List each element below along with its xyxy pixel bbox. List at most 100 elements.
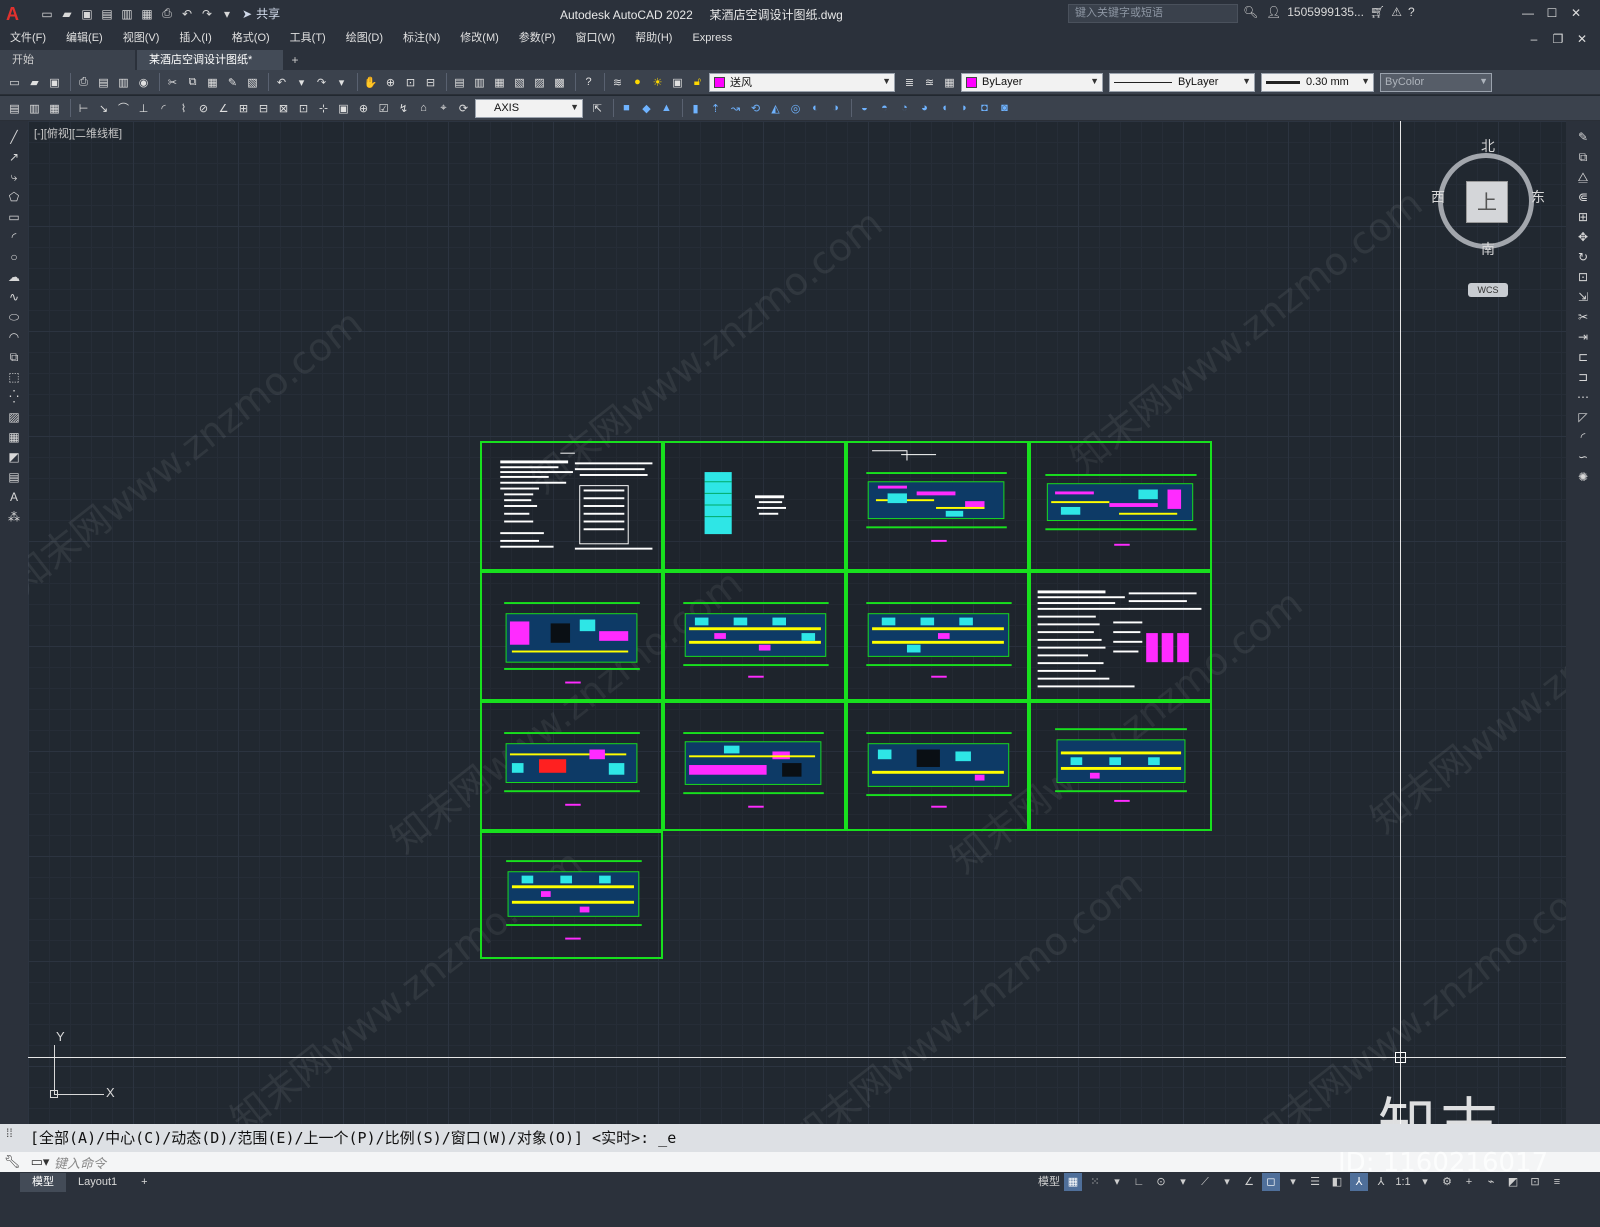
center-mark-icon[interactable]: ⊕ (355, 100, 372, 117)
aligned-dim-icon[interactable]: ↘ (95, 100, 112, 117)
tab-model[interactable]: 模型 (20, 1173, 66, 1192)
sheet-plan-10[interactable] (480, 831, 663, 959)
linetype-dropdown[interactable]: ByLayer ▼ (1109, 72, 1255, 92)
menu-view[interactable]: 视图(V) (113, 27, 170, 49)
minimize-button[interactable]: — (1516, 3, 1540, 23)
shell-icon[interactable]: ◖ (936, 100, 953, 117)
construction-line-icon[interactable]: ↗ (6, 149, 22, 166)
plot-icon[interactable]: ⎙ (158, 5, 176, 23)
sheet-plan-4[interactable] (663, 571, 846, 701)
slice-icon[interactable]: ◔ (896, 100, 913, 117)
redo-icon[interactable]: ↷ (198, 5, 216, 23)
gradient-icon[interactable]: ▦ (6, 429, 22, 446)
sheet-plan-1[interactable] (846, 441, 1029, 571)
sheet-plan-8[interactable] (846, 701, 1029, 831)
compass-west[interactable]: 西 (1431, 187, 1445, 207)
offset-icon[interactable]: ⋐ (1575, 189, 1591, 206)
arc-icon[interactable]: ◜ (6, 229, 22, 246)
layer-isolate-icon[interactable]: ▥ (26, 100, 43, 117)
mirror-icon[interactable]: ⧋ (1575, 169, 1591, 186)
extend-icon[interactable]: ⇥ (1575, 329, 1591, 346)
tool-palettes-icon[interactable]: ▦ (491, 74, 508, 91)
intersect-icon[interactable]: ◑ (827, 100, 844, 117)
object-snap-tracking-icon[interactable]: ∠ (1240, 1173, 1258, 1191)
menu-window[interactable]: 窗口(W) (565, 27, 625, 49)
help-search-input[interactable]: 键入关键字或短语 (1068, 4, 1238, 23)
menu-insert[interactable]: 插入(I) (169, 27, 221, 49)
subtract-icon[interactable]: ◐ (807, 100, 824, 117)
new-icon[interactable]: ▭ (6, 74, 23, 91)
publish-icon[interactable]: ▥ (115, 74, 132, 91)
convert-to-solid-icon[interactable]: ◙ (996, 100, 1013, 117)
plot-preview-icon[interactable]: ▤ (95, 74, 112, 91)
sweep-icon[interactable]: ↝ (727, 100, 744, 117)
sheet-plan-2[interactable] (1029, 441, 1212, 571)
layer-properties-icon[interactable]: ≋ (609, 74, 626, 91)
open-icon[interactable]: ▰ (58, 5, 76, 23)
sheet-riser[interactable] (663, 441, 846, 571)
revolve-icon[interactable]: ⟲ (747, 100, 764, 117)
sheet-legend[interactable] (1029, 571, 1212, 701)
polar-dropdown-icon[interactable]: ▾ (1174, 1173, 1192, 1191)
add-selected-icon[interactable]: ⁂ (6, 509, 22, 526)
layer-unisolate-icon[interactable]: ▦ (46, 100, 63, 117)
viewcube[interactable]: 北 南 东 西 上 WCS (1426, 131, 1546, 297)
layer-walk-icon[interactable]: ▤ (6, 100, 23, 117)
color-dropdown[interactable]: ByLayer ▼ (961, 72, 1103, 92)
fillet-icon[interactable]: ◜ (1575, 429, 1591, 446)
customize-icon[interactable]: ≡ (1548, 1173, 1566, 1191)
line-icon[interactable]: ╱ (6, 129, 22, 146)
user-account[interactable]: 👤︎ 1505999135... 🛒︎ ⚠︎ ? (1266, 5, 1415, 19)
layer-state-icon[interactable]: ▦ (941, 74, 958, 91)
cone-icon[interactable]: ▲ (658, 100, 675, 117)
dim-break-icon[interactable]: ⊹ (315, 100, 332, 117)
new-tab-button[interactable]: + (285, 50, 305, 70)
isodraft-icon[interactable]: ⟋ (1196, 1173, 1214, 1191)
radius-dim-icon[interactable]: ◜ (155, 100, 172, 117)
layer-dropdown[interactable]: 送风 ▼ (709, 72, 895, 92)
tab-layout1[interactable]: Layout1 (66, 1173, 129, 1192)
undo-icon[interactable]: ↶ (273, 74, 290, 91)
grid-icon[interactable]: ▦ (1064, 1173, 1082, 1191)
section-plane-icon[interactable]: ◗ (956, 100, 973, 117)
compass-east[interactable]: 东 (1531, 187, 1545, 207)
blend-curves-icon[interactable]: ∽ (1575, 449, 1591, 466)
region-icon[interactable]: ◩ (6, 449, 22, 466)
menu-edit[interactable]: 编辑(E) (56, 27, 113, 49)
extrude-icon[interactable]: ▮ (687, 100, 704, 117)
dimstyle-manager-icon[interactable]: ⇱ (589, 100, 606, 117)
box-icon[interactable]: ■ (618, 100, 635, 117)
osnap-dropdown-icon[interactable]: ▾ (1284, 1173, 1302, 1191)
sheet-notes[interactable] (480, 441, 663, 571)
new-icon[interactable]: ▭ (38, 5, 56, 23)
jogged-linear-icon[interactable]: ↯ (395, 100, 412, 117)
sheet-plan-3[interactable] (480, 571, 663, 701)
command-grip-icon[interactable]: ⁞⁞ (6, 1126, 13, 1140)
break-at-point-icon[interactable]: ⊏ (1575, 349, 1591, 366)
presspull-icon[interactable]: ⇡ (707, 100, 724, 117)
menu-parametric[interactable]: 参数(P) (509, 27, 566, 49)
rotate-icon[interactable]: ↻ (1575, 249, 1591, 266)
union-icon[interactable]: ◎ (787, 100, 804, 117)
chamfer-icon[interactable]: ◸ (1575, 409, 1591, 426)
zoom-realtime-icon[interactable]: ⊕ (382, 74, 399, 91)
make-current-layer-icon[interactable]: ≣ (901, 74, 918, 91)
close-button[interactable]: ✕ (1564, 3, 1588, 23)
snap-icon[interactable]: ⁙ (1086, 1173, 1104, 1191)
redo-icon[interactable]: ↷ (313, 74, 330, 91)
autodesk-app-icon[interactable]: ⚠︎ (1391, 5, 1402, 19)
wrench-icon[interactable]: 🔧︎ (0, 1154, 24, 1170)
open-icon[interactable]: ▰ (26, 74, 43, 91)
properties-icon[interactable]: ▤ (451, 74, 468, 91)
menu-file[interactable]: 文件(F) (0, 27, 56, 49)
doc-restore-button[interactable]: ❐ (1546, 29, 1570, 49)
array-icon[interactable]: ⊞ (1575, 209, 1591, 226)
jogged-dim-icon[interactable]: ⌇ (175, 100, 192, 117)
point-icon[interactable]: ⁛ (6, 389, 22, 406)
loft-icon[interactable]: ◭ (767, 100, 784, 117)
spline-icon[interactable]: ∿ (6, 289, 22, 306)
cart-icon[interactable]: 🛒︎ (1370, 5, 1385, 19)
zoom-window-icon[interactable]: ⊡ (402, 74, 419, 91)
tab-drawing[interactable]: 某酒店空调设计图纸* ✕ (137, 50, 283, 86)
ordinate-dim-icon[interactable]: ⊥ (135, 100, 152, 117)
